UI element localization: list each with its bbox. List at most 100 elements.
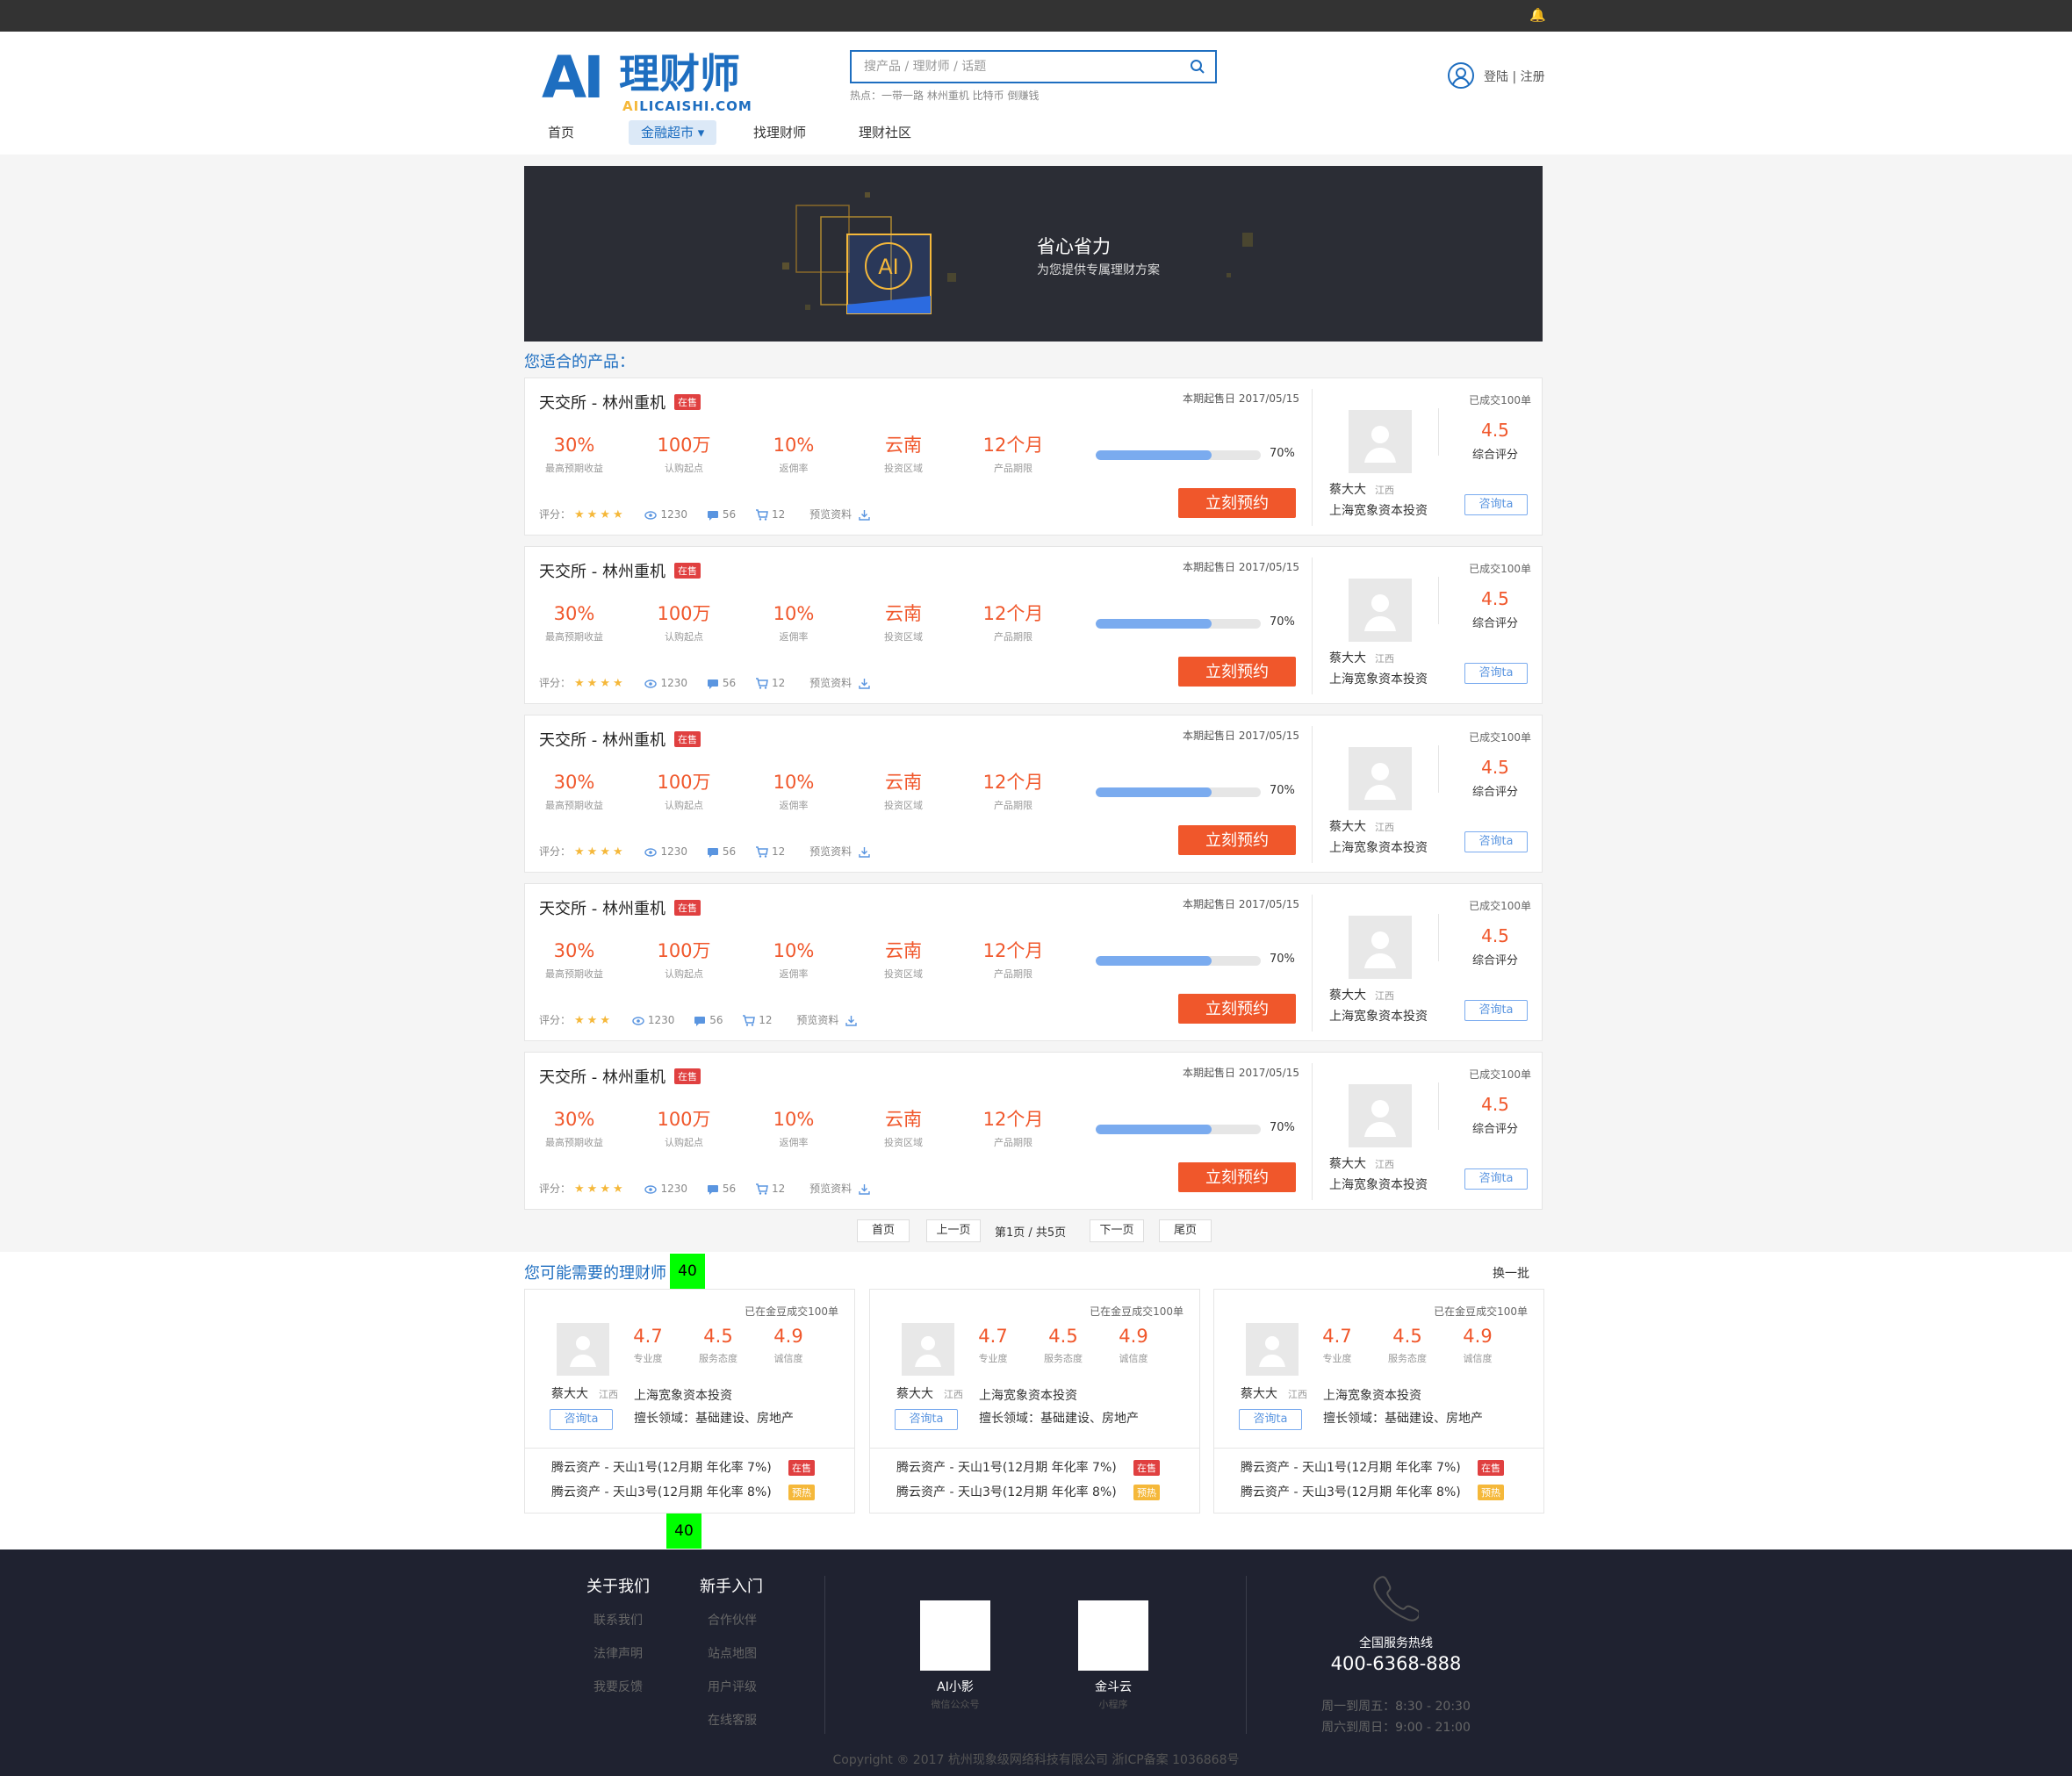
nav-home[interactable]: 首页 [536, 120, 586, 145]
consult-button[interactable]: 咨询ta [1464, 831, 1528, 852]
advisor-name: 蔡大大 江西 [1329, 1157, 1394, 1171]
advisor-product-link[interactable]: 腾云资产 - 天山3号(12月期 年化率 8%) [551, 1483, 772, 1500]
stat-label: 投资区域 [884, 463, 923, 474]
score-label: 综合评分 [1471, 449, 1518, 462]
page-prev-button[interactable]: 上一页 [926, 1219, 981, 1242]
advisor-product-link[interactable]: 腾云资产 - 天山1号(12月期 年化率 7%) [551, 1458, 772, 1476]
avatar[interactable] [902, 1323, 954, 1376]
search-input[interactable] [864, 58, 1162, 75]
score-value: 4.9 [773, 1326, 803, 1347]
reserve-button[interactable]: 立刻预约 [1178, 825, 1296, 855]
consult-button[interactable]: 咨询ta [550, 1409, 613, 1430]
product-name[interactable]: 天交所 - 林州重机 在售 [539, 728, 701, 751]
preview-docs-link[interactable]: 预览资料 [809, 845, 852, 858]
consult-button[interactable]: 咨询ta [1464, 1168, 1528, 1190]
footer-link-rating[interactable]: 用户评级 [708, 1678, 757, 1695]
rating-stars: ★★★★ [574, 508, 626, 521]
advisor-card[interactable]: 已在金豆成交100单 4.7 专业度 4.5 服务态度 4.9 诚信度 蔡大大 江西 上海宽象… [869, 1289, 1200, 1514]
stat-value: 30% [553, 435, 595, 456]
page-last-button[interactable]: 尾页 [1159, 1219, 1212, 1242]
consult-button[interactable]: 咨询ta [1464, 1000, 1528, 1021]
qr-miniapp-title: 金斗云 [1095, 1680, 1132, 1694]
preview-docs-link[interactable]: 预览资料 [796, 1014, 838, 1026]
nav-market[interactable]: 金融超市 ▾ [629, 120, 717, 145]
avatar[interactable] [1246, 1323, 1299, 1376]
advisor-score: 4.5 服务态度 [687, 1325, 749, 1365]
score-divider [1438, 408, 1439, 456]
reserve-button[interactable]: 立刻预约 [1178, 657, 1296, 687]
page-next-button[interactable]: 下一页 [1090, 1219, 1144, 1242]
advisor-card[interactable]: 已在金豆成交100单 4.7 专业度 4.5 服务态度 4.9 诚信度 蔡大大 江西 上海宽象… [524, 1289, 855, 1514]
footer-link-feedback[interactable]: 我要反馈 [594, 1678, 643, 1695]
product-name[interactable]: 天交所 - 林州重机 在售 [539, 896, 701, 919]
product-name[interactable]: 天交所 - 林州重机 在售 [539, 391, 701, 413]
footer-link-service[interactable]: 在线客服 [708, 1711, 757, 1729]
view-count: 1230 [660, 508, 688, 521]
nav-community[interactable]: 理财社区 [846, 120, 924, 145]
advisor-company: 上海宽象资本投资 [1329, 1178, 1428, 1192]
advisor-product-link[interactable]: 腾云资产 - 天山1号(12月期 年化率 7%) [1241, 1458, 1461, 1476]
product-meta: 评分： ★★★★ 1230 56 12 预览资料 [539, 844, 870, 859]
footer-link-contact[interactable]: 联系我们 [594, 1611, 643, 1629]
promo-banner[interactable]: AI 省心省力 为您提供专属理财方案 [524, 166, 1543, 342]
avatar[interactable] [1349, 747, 1412, 810]
consult-button[interactable]: 咨询ta [895, 1409, 958, 1430]
advisor-score: 4.5 服务态度 [1377, 1325, 1438, 1365]
product-card[interactable]: 天交所 - 林州重机 在售 本期起售日 2017/05/15 30% 最高预期收益 100… [524, 1052, 1543, 1210]
search-icon[interactable] [1189, 58, 1206, 75]
avatar[interactable] [557, 1323, 609, 1376]
refresh-button[interactable]: 换一批 [1493, 1264, 1529, 1282]
status-badge: 预热 [788, 1485, 815, 1500]
advisor-product-link[interactable]: 腾云资产 - 天山3号(12月期 年化率 8%) [896, 1483, 1117, 1500]
page-first-button[interactable]: 首页 [857, 1219, 910, 1242]
hotline-number[interactable]: 400-6368-888 [1299, 1653, 1493, 1674]
product-name[interactable]: 天交所 - 林州重机 在售 [539, 559, 701, 582]
avatar[interactable] [1349, 579, 1412, 642]
product-stat: 云南 投资区域 [855, 1107, 952, 1149]
preview-docs-link[interactable]: 预览资料 [809, 677, 852, 689]
advisor-name: 蔡大大 江西 [896, 1387, 963, 1401]
advisor-panel: 已成交100单 4.5 综合评分 蔡大大 江西 上海宽象资本投资 咨询ta [1315, 715, 1542, 872]
product-card[interactable]: 天交所 - 林州重机 在售 本期起售日 2017/05/15 30% 最高预期收益 100… [524, 715, 1543, 873]
consult-button[interactable]: 咨询ta [1464, 494, 1528, 515]
footer-newbie-title: 新手入门 [700, 1578, 763, 1596]
advisor-product-link[interactable]: 腾云资产 - 天山1号(12月期 年化率 7%) [896, 1458, 1117, 1476]
banner-title: 省心省力 [1037, 236, 1111, 257]
product-card[interactable]: 天交所 - 林州重机 在售 本期起售日 2017/05/15 30% 最高预期收益 100… [524, 546, 1543, 704]
score-label: 专业度 [1322, 1353, 1352, 1364]
product-card[interactable]: 天交所 - 林州重机 在售 本期起售日 2017/05/15 30% 最高预期收益 100… [524, 377, 1543, 536]
product-name[interactable]: 天交所 - 林州重机 在售 [539, 1065, 701, 1088]
site-logo[interactable]: AI 理财师 AILICAISHI.COM [542, 47, 752, 115]
advisor-card[interactable]: 已在金豆成交100单 4.7 专业度 4.5 服务态度 4.9 诚信度 蔡大大 江西 上海宽象… [1213, 1289, 1544, 1514]
consult-button[interactable]: 咨询ta [1239, 1409, 1302, 1430]
status-badge: 在售 [673, 394, 701, 410]
preview-docs-link[interactable]: 预览资料 [809, 508, 852, 521]
consult-button[interactable]: 咨询ta [1464, 663, 1528, 684]
deals-count: 已在金豆成交100单 [1090, 1305, 1183, 1318]
footer-link-sitemap[interactable]: 站点地图 [708, 1644, 757, 1662]
footer-link-partners[interactable]: 合作伙伴 [708, 1611, 757, 1629]
login-link[interactable]: 登陆 | 注册 [1484, 68, 1545, 85]
footer-link-legal[interactable]: 法律声明 [594, 1644, 643, 1662]
stat-label: 认购起点 [665, 463, 703, 474]
advisor-skills: 擅长领域：基础建设、房地产 [979, 1412, 1139, 1426]
user-icon[interactable] [1447, 61, 1475, 90]
avatar[interactable] [1349, 1084, 1412, 1147]
nav-find-advisor[interactable]: 找理财师 [741, 120, 818, 145]
avatar[interactable] [1349, 916, 1412, 979]
advisor-product-link[interactable]: 腾云资产 - 天山3号(12月期 年化率 8%) [1241, 1483, 1461, 1500]
advisor-score: 4.9 诚信度 [1447, 1325, 1508, 1365]
avatar[interactable] [1349, 410, 1412, 473]
qr-code-miniapp [1078, 1600, 1148, 1671]
reserve-button[interactable]: 立刻预约 [1178, 488, 1296, 518]
reserve-button[interactable]: 立刻预约 [1178, 994, 1296, 1024]
bell-icon[interactable]: 🔔 [1529, 7, 1546, 23]
phone-icon [1373, 1576, 1419, 1621]
preview-docs-link[interactable]: 预览资料 [809, 1183, 852, 1195]
cart-count: 12 [771, 845, 786, 858]
hot-keywords[interactable]: 热点：一带一路 林州重机 比特币 倒赚钱 [850, 88, 1039, 103]
product-card[interactable]: 天交所 - 林州重机 在售 本期起售日 2017/05/15 30% 最高预期收益 100… [524, 883, 1543, 1041]
stat-label: 返佣率 [779, 631, 809, 643]
stat-value: 30% [553, 1109, 595, 1130]
reserve-button[interactable]: 立刻预约 [1178, 1162, 1296, 1192]
